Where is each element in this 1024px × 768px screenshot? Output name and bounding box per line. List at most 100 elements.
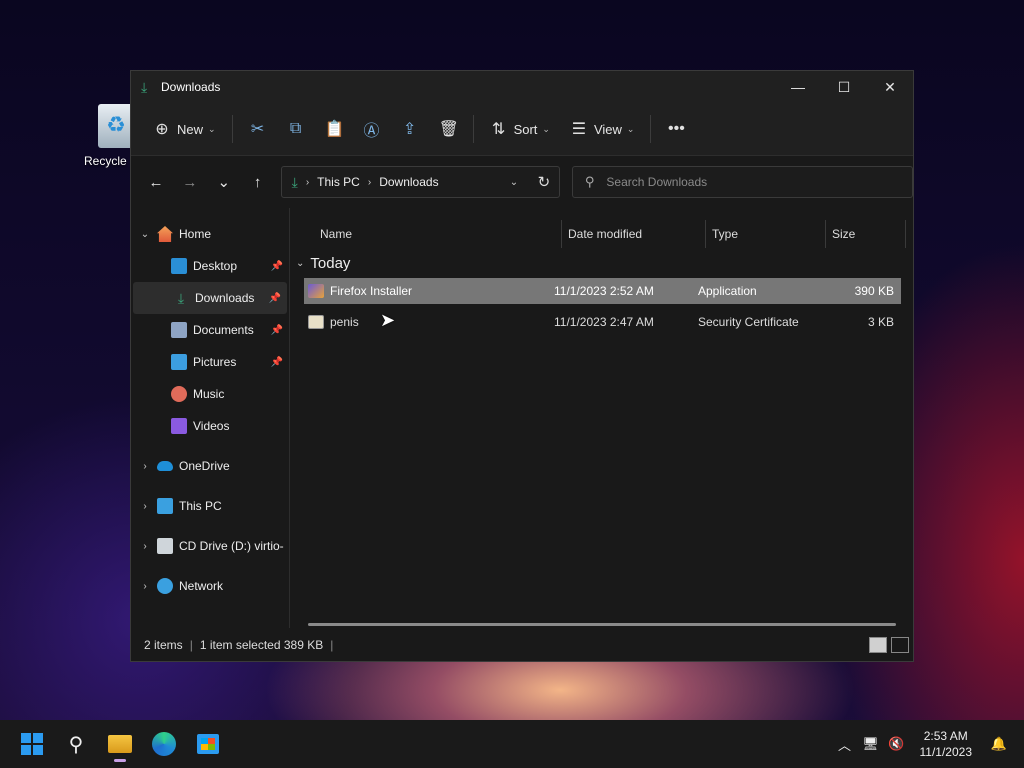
sidebar-item-downloads[interactable]: ⤓ Downloads 📌 xyxy=(133,282,287,314)
file-size: 3 KB xyxy=(867,315,894,329)
rename-icon: Ⓐ xyxy=(363,123,380,140)
chevron-down-icon: ⌄ xyxy=(208,123,216,134)
address-dropdown-button[interactable]: ⌄ xyxy=(499,177,529,188)
status-divider: | xyxy=(330,638,334,652)
breadcrumb-downloads[interactable]: Downloads xyxy=(379,175,438,189)
more-options-button[interactable]: ••• xyxy=(657,113,695,145)
title-bar[interactable]: ⤓ Downloads — ☐ ✕ xyxy=(131,71,913,103)
chevron-right-icon[interactable]: › xyxy=(306,177,309,188)
firefox-installer-icon xyxy=(308,284,324,298)
desktop-icon xyxy=(171,258,187,274)
up-button[interactable]: ↑ xyxy=(241,167,275,197)
file-type: Application xyxy=(698,284,757,298)
chevron-down-icon: ⌄ xyxy=(542,123,550,134)
volume-muted-icon[interactable]: 🔇 xyxy=(884,736,910,752)
sidebar-item-network[interactable]: › Network xyxy=(131,570,289,602)
taskbar-edge[interactable] xyxy=(144,724,184,764)
sort-arrows-icon: ⇅ xyxy=(491,121,506,138)
file-date: 11/1/2023 2:52 AM xyxy=(554,284,654,298)
chevron-right-icon[interactable]: › xyxy=(137,581,153,592)
network-status-icon[interactable]: 🖥 xyxy=(858,736,884,752)
details-view-button[interactable] xyxy=(869,637,887,653)
sort-label: Sort xyxy=(513,121,538,137)
close-button[interactable]: ✕ xyxy=(867,71,913,103)
taskbar-store[interactable] xyxy=(188,724,228,764)
pin-icon: 📌 xyxy=(270,324,283,336)
search-input[interactable]: ⚲ Search Downloads xyxy=(571,166,913,198)
windows-logo-icon xyxy=(21,733,43,755)
refresh-button[interactable]: ↻ xyxy=(529,173,559,191)
recent-locations-button[interactable]: ⌄ xyxy=(207,167,241,197)
chevron-right-icon[interactable]: › xyxy=(368,177,371,188)
show-hidden-icons-chevron-icon[interactable]: ︿ xyxy=(832,735,858,754)
paste-button[interactable]: 📋 xyxy=(315,113,353,145)
file-name: penis xyxy=(330,315,359,329)
sidebar-item-this-pc[interactable]: › This PC xyxy=(131,490,289,522)
chevron-down-icon: ⌄ xyxy=(626,123,635,134)
forward-button[interactable]: → xyxy=(173,167,207,197)
file-list-pane[interactable]: Name Date modified Type Size ⌄ Today Fir… xyxy=(290,208,913,628)
sidebar-item-desktop[interactable]: Desktop 📌 xyxy=(131,250,289,282)
music-icon xyxy=(171,386,187,402)
certificate-icon xyxy=(308,315,324,329)
sidebar-item-home[interactable]: ⌄ Home xyxy=(131,218,289,250)
column-header-type[interactable]: Type xyxy=(706,220,826,248)
sort-button[interactable]: ⇅ Sort ⌄ xyxy=(480,113,560,145)
share-button[interactable]: ⇪ xyxy=(391,113,429,145)
sidebar-item-cd-drive[interactable]: › CD Drive (D:) virtio- xyxy=(131,530,289,562)
rename-button[interactable]: Ⓐ xyxy=(353,113,391,145)
column-header-name[interactable]: Name xyxy=(290,220,562,248)
clock[interactable]: 2:53 AM 11/1/2023 xyxy=(920,728,973,760)
column-header-date[interactable]: Date modified xyxy=(562,220,706,248)
arrow-left-icon: ← xyxy=(148,173,164,191)
chevron-down-icon[interactable]: ⌄ xyxy=(137,229,153,240)
share-icon: ⇪ xyxy=(402,121,417,138)
tiles-view-button[interactable] xyxy=(891,637,909,653)
group-header-today[interactable]: ⌄ Today xyxy=(290,248,913,278)
sidebar-item-pictures[interactable]: Pictures 📌 xyxy=(131,346,289,378)
copy-button[interactable]: ⧉ xyxy=(277,113,315,145)
breadcrumb-this-pc[interactable]: This PC xyxy=(317,175,360,189)
command-bar: ⊕ New ⌄ ✂ ⧉ 📋 Ⓐ ⇪ 🗑 ⇅ Sort ⌄ ☰ View ⌄ ••… xyxy=(131,103,913,156)
network-icon xyxy=(157,578,173,594)
status-bar: 2 items | 1 item selected 389 KB | xyxy=(131,628,913,662)
chevron-right-icon[interactable]: › xyxy=(137,541,153,552)
view-button[interactable]: ☰ View ⌄ xyxy=(560,113,645,145)
search-placeholder: Search Downloads xyxy=(606,175,708,189)
chevron-right-icon[interactable]: › xyxy=(137,501,153,512)
navigation-pane[interactable]: ⌄ Home Desktop 📌 ⤓ Downloads 📌 Documents… xyxy=(131,208,290,628)
start-button[interactable] xyxy=(12,724,52,764)
address-bar[interactable]: ⤓ › This PC › Downloads ⌄ ↻ xyxy=(280,166,560,198)
sidebar-item-videos[interactable]: Videos xyxy=(131,410,289,442)
sidebar-item-music[interactable]: Music xyxy=(131,378,289,410)
column-header-size[interactable]: Size xyxy=(826,220,906,248)
horizontal-scrollbar[interactable] xyxy=(308,623,896,626)
cut-button[interactable]: ✂ xyxy=(239,113,277,145)
explorer-body: ⌄ Home Desktop 📌 ⤓ Downloads 📌 Documents… xyxy=(131,208,913,628)
sidebar-item-onedrive[interactable]: › OneDrive xyxy=(131,450,289,482)
minimize-button[interactable]: — xyxy=(775,71,821,103)
home-icon xyxy=(157,226,173,242)
file-row[interactable]: Firefox Installer 11/1/2023 2:52 AM Appl… xyxy=(304,278,901,304)
maximize-button[interactable]: ☐ xyxy=(821,71,867,103)
downloads-icon: ⤓ xyxy=(141,79,148,95)
back-button[interactable]: ← xyxy=(139,167,173,197)
sidebar-item-label: OneDrive xyxy=(179,459,230,473)
sidebar-item-label: Network xyxy=(179,579,224,593)
notification-bell-icon[interactable]: 🔔 xyxy=(986,736,1012,752)
delete-button[interactable]: 🗑 xyxy=(429,113,467,145)
navigation-bar: ← → ⌄ ↑ ⤓ › This PC › Downloads ⌄ ↻ ⚲ Se… xyxy=(131,156,913,208)
new-button[interactable]: ⊕ New ⌄ xyxy=(143,113,226,145)
chevron-down-icon: ⌄ xyxy=(296,257,305,269)
file-explorer-window: ⤓ Downloads — ☐ ✕ ⊕ New ⌄ ✂ ⧉ 📋 Ⓐ ⇪ 🗑 ⇅ … xyxy=(130,70,914,662)
file-type: Security Certificate xyxy=(698,315,799,329)
sidebar-item-label: Downloads xyxy=(195,291,255,305)
taskbar-file-explorer[interactable] xyxy=(100,724,140,764)
taskbar-search-button[interactable]: ⚲ xyxy=(56,724,96,764)
folder-icon xyxy=(108,735,132,753)
selection-info: 1 item selected 389 KB xyxy=(199,638,324,652)
sidebar-item-documents[interactable]: Documents 📌 xyxy=(131,314,289,346)
chevron-right-icon[interactable]: › xyxy=(137,461,153,472)
mouse-cursor-icon: ➤ xyxy=(380,310,396,330)
view-label: View xyxy=(593,121,622,137)
